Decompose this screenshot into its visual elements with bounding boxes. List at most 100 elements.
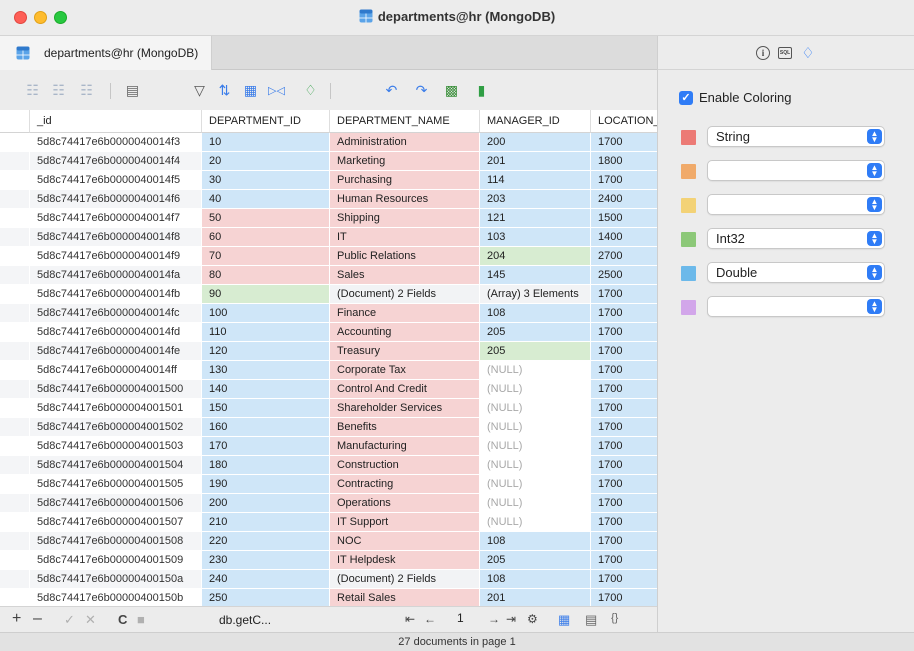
apply-changes-button[interactable]: ✓: [64, 612, 75, 628]
cell-id[interactable]: 5d8c74417e6b00000400150a: [30, 570, 202, 589]
cell-department-id[interactable]: 230: [202, 551, 330, 570]
cell-department-id[interactable]: 120: [202, 342, 330, 361]
table-row[interactable]: 5d8c74417e6b0000040014fb 90 (Document) 2 F…: [0, 285, 657, 304]
table-row[interactable]: 5d8c74417e6b0000040014f3 10 Administration…: [0, 133, 657, 152]
cell-department-name[interactable]: Sales: [330, 266, 480, 285]
split-view-icon[interactable]: ▷◁: [268, 82, 285, 99]
backup-icon[interactable]: ▩: [443, 82, 460, 99]
cell-manager-id[interactable]: (NULL): [480, 494, 591, 513]
cell-department-name[interactable]: Marketing: [330, 152, 480, 171]
grid-view-icon[interactable]: ▦: [558, 612, 570, 628]
cell-manager-id[interactable]: 108: [480, 532, 591, 551]
row-gutter[interactable]: [0, 513, 30, 532]
row-gutter[interactable]: [0, 171, 30, 190]
color-swatch[interactable]: [681, 198, 696, 213]
cell-manager-id[interactable]: (NULL): [480, 437, 591, 456]
cell-department-id[interactable]: 100: [202, 304, 330, 323]
row-gutter[interactable]: [0, 190, 30, 209]
cell-manager-id[interactable]: 204: [480, 247, 591, 266]
row-gutter[interactable]: [0, 133, 30, 152]
cell-location[interactable]: 1800: [591, 152, 657, 171]
chart-icon[interactable]: ▮: [473, 82, 490, 99]
cell-id[interactable]: 5d8c74417e6b000004001502: [30, 418, 202, 437]
column-header-location[interactable]: LOCATION_: [591, 110, 657, 133]
type-select[interactable]: Int32 ▲ ▼: [707, 228, 885, 249]
cell-department-name[interactable]: IT Helpdesk: [330, 551, 480, 570]
cell-manager-id[interactable]: 201: [480, 589, 591, 606]
row-gutter[interactable]: [0, 570, 30, 589]
cell-department-name[interactable]: Shareholder Services: [330, 399, 480, 418]
cell-location[interactable]: 1700: [591, 475, 657, 494]
table-row[interactable]: 5d8c74417e6b0000040014f7 50 Shipping 121 150…: [0, 209, 657, 228]
cell-department-id[interactable]: 90: [202, 285, 330, 304]
row-gutter[interactable]: [0, 475, 30, 494]
type-select[interactable]: ▲ ▼: [707, 160, 885, 181]
data-grid[interactable]: _id DEPARTMENT_ID DEPARTMENT_NAME MANAGE…: [0, 110, 657, 606]
row-gutter[interactable]: [0, 437, 30, 456]
coloring-tab-icon[interactable]: ♢: [800, 45, 816, 62]
table-row[interactable]: 5d8c74417e6b0000040014fd 110 Accounting 205…: [0, 323, 657, 342]
cell-manager-id[interactable]: 108: [480, 304, 591, 323]
color-swatch[interactable]: [681, 232, 696, 247]
cell-location[interactable]: 1700: [591, 513, 657, 532]
table-row[interactable]: 5d8c74417e6b0000040014f5 30 Purchasing 114 1…: [0, 171, 657, 190]
cell-location[interactable]: 1700: [591, 133, 657, 152]
cell-department-name[interactable]: Treasury: [330, 342, 480, 361]
cell-department-name[interactable]: (Document) 2 Fields: [330, 285, 480, 304]
row-gutter[interactable]: [0, 551, 30, 570]
query-text[interactable]: db.getC...: [219, 613, 271, 627]
row-gutter[interactable]: [0, 418, 30, 437]
cell-department-id[interactable]: 110: [202, 323, 330, 342]
table-row[interactable]: 5d8c74417e6b0000040014fa 80 Sales 145 2500: [0, 266, 657, 285]
cell-location[interactable]: 1700: [591, 551, 657, 570]
cell-manager-id[interactable]: 203: [480, 190, 591, 209]
row-gutter[interactable]: [0, 266, 30, 285]
cell-id[interactable]: 5d8c74417e6b0000040014f5: [30, 171, 202, 190]
delete-document-icon[interactable]: ☷: [78, 82, 95, 99]
cell-manager-id[interactable]: 205: [480, 551, 591, 570]
cell-manager-id[interactable]: (NULL): [480, 361, 591, 380]
previous-page-button[interactable]: ←: [424, 612, 436, 626]
cell-department-name[interactable]: Contracting: [330, 475, 480, 494]
cell-id[interactable]: 5d8c74417e6b0000040014fb: [30, 285, 202, 304]
cell-department-id[interactable]: 250: [202, 589, 330, 606]
text-view-icon[interactable]: ▤: [585, 612, 597, 628]
cell-manager-id[interactable]: (NULL): [480, 475, 591, 494]
column-header-id[interactable]: _id: [30, 110, 202, 133]
cell-manager-id[interactable]: 145: [480, 266, 591, 285]
cell-manager-id[interactable]: (NULL): [480, 399, 591, 418]
table-row[interactable]: 5d8c74417e6b0000040014f8 60 IT 103 1400: [0, 228, 657, 247]
cell-location[interactable]: 1700: [591, 437, 657, 456]
cell-department-id[interactable]: 50: [202, 209, 330, 228]
cell-manager-id[interactable]: 103: [480, 228, 591, 247]
cell-department-name[interactable]: Administration: [330, 133, 480, 152]
cell-department-id[interactable]: 10: [202, 133, 330, 152]
color-swatch[interactable]: [681, 164, 696, 179]
cell-manager-id[interactable]: 201: [480, 152, 591, 171]
cell-id[interactable]: 5d8c74417e6b000004001506: [30, 494, 202, 513]
json-view-icon[interactable]: {}: [611, 612, 618, 624]
cell-id[interactable]: 5d8c74417e6b0000040014f7: [30, 209, 202, 228]
table-row[interactable]: 5d8c74417e6b000004001508 220 NOC 108 1700: [0, 532, 657, 551]
row-gutter[interactable]: [0, 247, 30, 266]
table-row[interactable]: 5d8c74417e6b0000040014fe 120 Treasury 205 17…: [0, 342, 657, 361]
cell-location[interactable]: 1500: [591, 209, 657, 228]
add-document-icon[interactable]: ☷: [24, 82, 41, 99]
table-row[interactable]: 5d8c74417e6b0000040014f6 40 Human Resource…: [0, 190, 657, 209]
column-header-department-id[interactable]: DEPARTMENT_ID: [202, 110, 330, 133]
cell-id[interactable]: 5d8c74417e6b0000040014f6: [30, 190, 202, 209]
cell-location[interactable]: 1700: [591, 361, 657, 380]
cell-id[interactable]: 5d8c74417e6b000004001504: [30, 456, 202, 475]
cell-id[interactable]: 5d8c74417e6b000004001500: [30, 380, 202, 399]
columns-grid-icon[interactable]: ▦: [242, 82, 259, 99]
cell-department-id[interactable]: 220: [202, 532, 330, 551]
cell-department-id[interactable]: 200: [202, 494, 330, 513]
cell-department-name[interactable]: Shipping: [330, 209, 480, 228]
cell-id[interactable]: 5d8c74417e6b000004001505: [30, 475, 202, 494]
cell-department-name[interactable]: Purchasing: [330, 171, 480, 190]
column-header-manager-id[interactable]: MANAGER_ID: [480, 110, 591, 133]
type-select[interactable]: Double ▲ ▼: [707, 262, 885, 283]
cell-department-id[interactable]: 40: [202, 190, 330, 209]
table-row[interactable]: 5d8c74417e6b000004001503 170 Manufacturing…: [0, 437, 657, 456]
cell-location[interactable]: 1700: [591, 323, 657, 342]
